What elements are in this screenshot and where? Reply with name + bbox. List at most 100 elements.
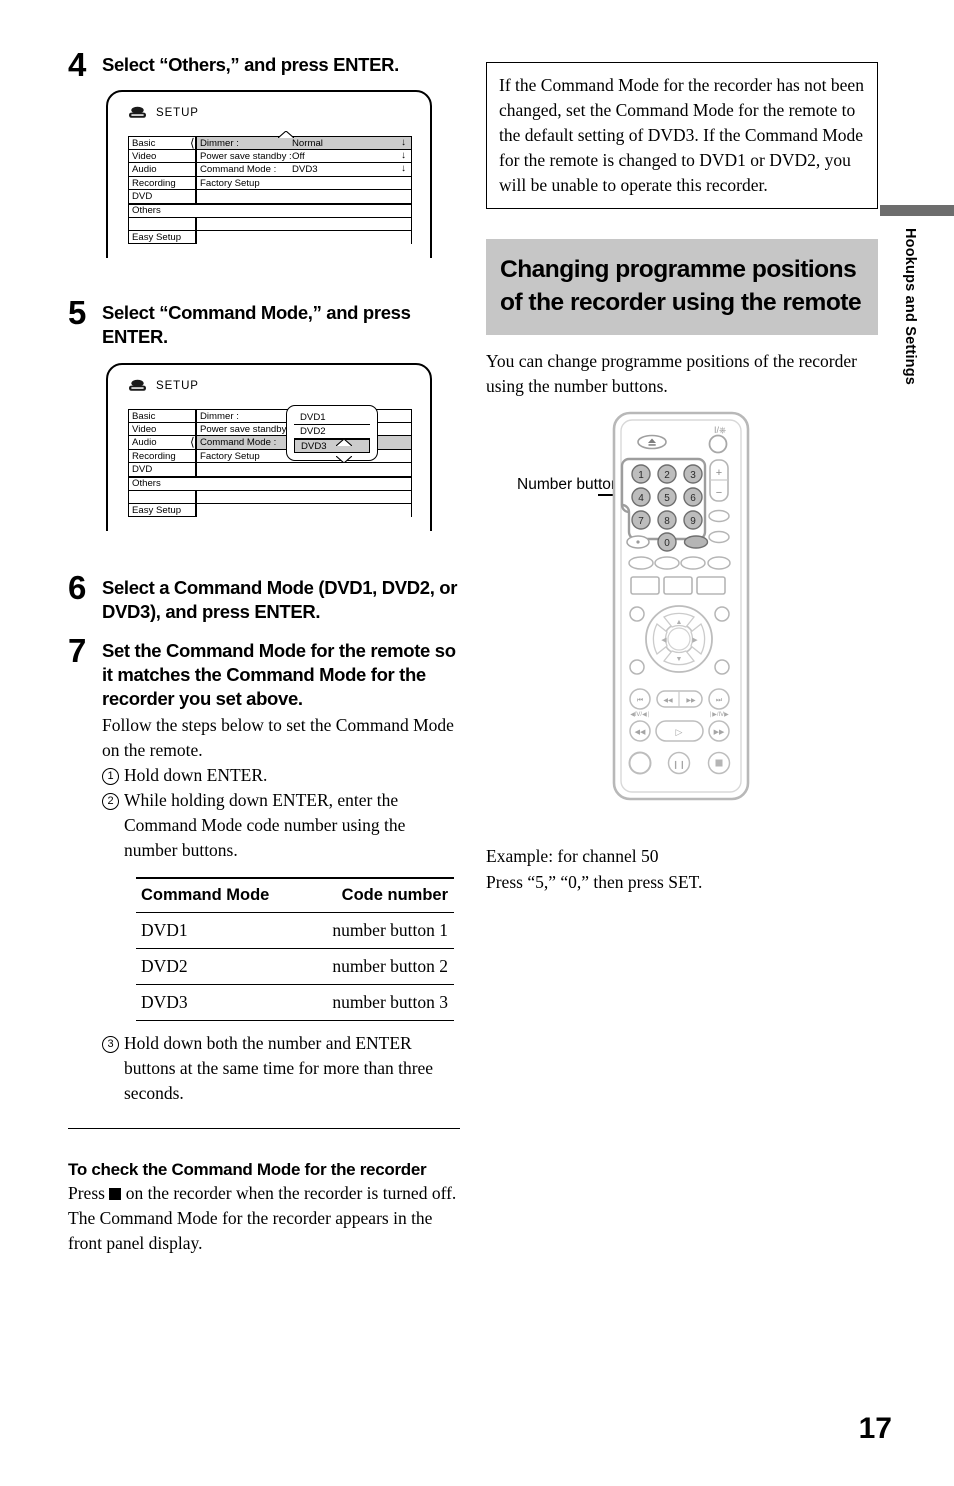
table-cell-mode-dvd2: DVD2 [136,948,301,985]
step-7-substeps: 1 Hold down ENTER. 2 While holding down … [102,763,460,863]
osd2-menu-recording[interactable]: Recording [128,449,196,463]
svg-text:∣▶/Ⅳ▶: ∣▶/Ⅳ▶ [709,711,729,718]
osd1-row-power-save-label: Power save standby : [200,150,292,162]
check-text-after: on the recorder when the recorder is tur… [68,1183,457,1253]
osd1-row-power-save-value: Off [292,150,305,162]
substep-3-marker: 3 [102,1031,124,1106]
step-4-number: 4 [68,46,86,83]
osd2-menu-audio[interactable]: Audio [128,436,196,450]
osd1-row-command-mode[interactable]: Command Mode : DVD3 ↓ [196,163,412,177]
osd1-menu-basic[interactable]: Basic [128,136,196,150]
step-7-body: Follow the steps below to set the Comman… [102,715,454,760]
svg-text:❙❙: ❙❙ [672,760,685,769]
osd1-row-command-mode-label: Command Mode : [200,164,277,175]
oval-button-4-icon [707,556,731,570]
osd1-row-empty-4 [196,230,412,244]
svg-text:▶▶: ▶▶ [686,698,696,704]
svg-text:▲: ▲ [676,618,683,626]
number-button-3: 3 [683,464,703,484]
osd1-left-menu: Basic Video Audio Recording DVD Easy Set… [128,136,196,244]
osd1-row-empty-3 [196,217,412,231]
rect-button-2-icon [663,576,693,595]
dropdown-option-dvd2[interactable]: DVD2 [294,425,370,439]
osd1-row-dimmer[interactable]: ⟨ Dimmer : Normal ↓ [190,136,412,150]
step-5: 5 Select “Command Mode,” and press ENTER… [68,294,460,349]
left-column: 4 Select “Others,” and press ENTER. SETU… [68,46,460,1256]
table-cell-mode-dvd3: DVD3 [136,984,301,1021]
page-number: 17 [858,1412,892,1445]
table-row: DVD1 number button 1 [136,912,454,949]
osd2-row-dimmer-label: Dimmer : [200,411,239,422]
step-5-number: 5 [68,294,86,331]
svg-text:+: + [716,467,722,479]
table-cell-mode-dvd1: DVD1 [136,912,301,949]
example-line-1: Example: for channel 50 [486,846,659,866]
osd2-title: SETUP [156,380,199,392]
section-divider [68,1128,460,1129]
command-mode-dropdown[interactable]: DVD1 DVD2 DVD3 [286,405,378,461]
osd1-row-factory-setup[interactable]: Factory Setup [196,176,412,190]
osd2-menu-video[interactable]: Video [128,422,196,436]
osd1-highlight-others[interactable]: Others [128,203,412,218]
section-intro: You can change programme positions of th… [486,351,857,396]
side-button-1-icon [708,509,730,523]
svg-text:▷: ▷ [676,727,683,737]
number-button-5: 5 [657,487,677,507]
small-button-bottom-right-icon [714,659,730,675]
svg-text:9: 9 [690,516,696,527]
osd2-row-power-save-label: Power save standby [200,423,287,435]
step-7-substep-3: 3 Hold down both the number and ENTER bu… [102,1031,460,1106]
power-button-icon [708,434,728,454]
osd1-menu-easy-setup[interactable]: Easy Setup [128,230,196,244]
osd2-row-factory-setup-label: Factory Setup [200,450,260,462]
oval-button-3-icon [680,556,706,570]
dropdown-option-dvd3[interactable]: DVD3 [294,439,370,453]
step-6-title: Select a Command Mode (DVD1, DVD2, or DV… [102,577,458,622]
osd2-menu-easy-setup[interactable]: Easy Setup [128,503,196,517]
number-button-2: 2 [657,464,677,484]
table-header-command-mode: Command Mode [136,877,301,913]
svg-text:−: − [716,487,722,499]
osd2-row-command-mode-label: Command Mode : [200,437,277,448]
substep-1-text: Hold down ENTER. [124,765,268,785]
osd2-menu-basic[interactable]: Basic [128,409,196,423]
osd2-row-empty-3 [196,490,412,504]
osd1-row-factory-setup-label: Factory Setup [200,177,260,189]
osd1-up-caret-icon [278,130,294,138]
svg-text:1: 1 [638,470,644,481]
osd2-menu-dvd[interactable]: DVD [128,463,196,477]
set-button [683,535,709,549]
osd2-selection-caret-icon: ⟨ [190,435,195,449]
substep-3-text: Hold down both the number and ENTER butt… [124,1033,434,1103]
manual-page: 4 Select “Others,” and press ENTER. SETU… [0,0,954,1486]
osd1-menu-spacer [128,217,196,231]
svg-text:6: 6 [690,493,696,504]
svg-text:0: 0 [664,538,670,549]
oval-button-2-icon [654,556,680,570]
table-cell-code-dvd3: number button 3 [300,984,454,1021]
table-row: DVD2 number button 2 [136,948,454,985]
osd1-highlight-others-label: Others [132,204,161,216]
svg-text:5: 5 [664,493,670,504]
osd1-title: SETUP [156,107,199,119]
osd1-row-dimmer-label: Dimmer : [200,138,239,149]
osd1-menu-recording[interactable]: Recording [128,176,196,190]
osd1-menu-dvd[interactable]: DVD [128,190,196,204]
side-button-2-icon [708,530,730,544]
table-header-code-number: Code number [300,877,454,913]
substep-2: 2 While holding down ENTER, enter the Co… [102,788,460,863]
osd1-row-power-save[interactable]: Power save standby : Off ↓ [196,149,412,163]
table-cell-code-dvd1: number button 1 [300,912,454,949]
substep-2-marker: 2 [102,788,124,863]
osd1-menu-video[interactable]: Video [128,149,196,163]
dropdown-option-dvd1[interactable]: DVD1 [294,411,370,425]
oval-button-1-icon [628,556,654,570]
rect-button-1-icon [630,576,660,595]
osd2-highlight-others-label: Others [132,477,161,489]
svg-text:⏮: ⏮ [637,696,643,704]
svg-text:⏭: ⏭ [716,696,723,704]
small-button-top-left-icon [629,606,645,622]
osd1-menu-audio[interactable]: Audio [128,163,196,177]
osd2-highlight-others[interactable]: Others [128,476,412,491]
stop-button-icon [109,1188,122,1200]
